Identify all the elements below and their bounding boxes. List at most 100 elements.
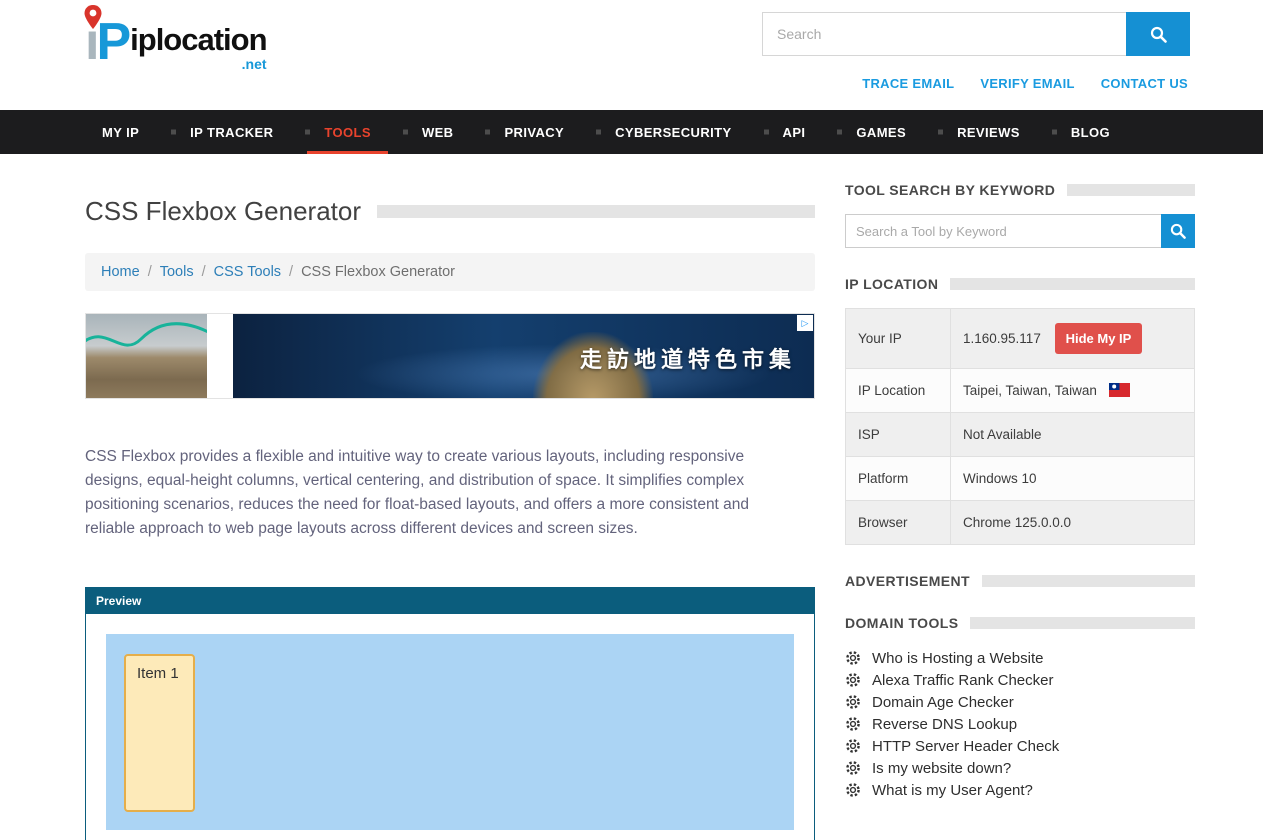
header-search-button[interactable]: [1126, 12, 1190, 56]
tool-search-button[interactable]: [1161, 214, 1195, 248]
breadcrumb-separator: /: [148, 264, 152, 280]
verify-email-link[interactable]: VERIFY EMAIL: [980, 76, 1074, 91]
browser-value: Chrome 125.0.0.0: [951, 501, 1195, 545]
site-header: ıP iplocation .net TRACE EMAIL VERIFY EM…: [0, 0, 1263, 110]
your-ip-cell: 1.160.95.117 Hide My IP: [951, 309, 1195, 369]
domain-tool-reverse-dns[interactable]: Reverse DNS Lookup: [845, 713, 1195, 735]
ip-location-heading-row: IP LOCATION: [845, 276, 1195, 292]
search-icon: [1170, 223, 1186, 239]
gear-icon: [845, 694, 861, 710]
tool-search-input[interactable]: [845, 214, 1161, 248]
browser-label: Browser: [846, 501, 951, 545]
table-row: Browser Chrome 125.0.0.0: [846, 501, 1195, 545]
domain-tool-link[interactable]: Who is Hosting a Website: [872, 650, 1043, 667]
sidebar: TOOL SEARCH BY KEYWORD IP LOCATION Your …: [845, 182, 1195, 840]
ip-info-table: Your IP 1.160.95.117 Hide My IP IP Locat…: [845, 308, 1195, 545]
domain-tool-link[interactable]: Reverse DNS Lookup: [872, 716, 1017, 733]
heading-decorative-bar: [982, 575, 1195, 587]
location-pin-icon: [83, 4, 103, 30]
title-decorative-bar: [377, 205, 815, 218]
platform-label: Platform: [846, 457, 951, 501]
domain-tool-user-agent[interactable]: What is my User Agent?: [845, 779, 1195, 801]
ip-location-cell: Taipei, Taiwan, Taiwan: [951, 369, 1195, 413]
content: CSS Flexbox Generator Home / Tools / CSS…: [0, 154, 1263, 840]
page: ıP iplocation .net TRACE EMAIL VERIFY EM…: [0, 0, 1263, 840]
ip-location-label: IP Location: [846, 369, 951, 413]
domain-tool-link[interactable]: What is my User Agent?: [872, 782, 1033, 799]
nav-item-tools[interactable]: TOOLS: [307, 110, 388, 154]
domain-tool-link[interactable]: HTTP Server Header Check: [872, 738, 1059, 755]
tool-search-heading: TOOL SEARCH BY KEYWORD: [845, 182, 1055, 198]
heading-decorative-bar: [970, 617, 1195, 629]
domain-tool-whois-hosting[interactable]: Who is Hosting a Website: [845, 647, 1195, 669]
tool-search-heading-row: TOOL SEARCH BY KEYWORD: [845, 182, 1195, 198]
table-row: Your IP 1.160.95.117 Hide My IP: [846, 309, 1195, 369]
platform-value: Windows 10: [951, 457, 1195, 501]
heading-decorative-bar: [950, 278, 1195, 290]
preview-panel-header: Preview: [86, 588, 814, 614]
domain-tools-list: Who is Hosting a Website Alexa Traffic R…: [845, 647, 1195, 801]
ad-caption: 走訪地道特色市集: [580, 342, 796, 374]
search-icon: [1150, 26, 1167, 43]
nav-item-web[interactable]: WEB: [405, 110, 471, 154]
preview-panel: Preview Item 1: [85, 587, 815, 840]
breadcrumb-css-tools[interactable]: CSS Tools: [214, 264, 281, 280]
header-links: TRACE EMAIL VERIFY EMAIL CONTACT US: [862, 76, 1188, 91]
nav-item-api[interactable]: API: [766, 110, 823, 154]
isp-value: Not Available: [951, 413, 1195, 457]
domain-tool-http-header[interactable]: HTTP Server Header Check: [845, 735, 1195, 757]
domain-tool-domain-age[interactable]: Domain Age Checker: [845, 691, 1195, 713]
nav-item-ip-tracker[interactable]: IP TRACKER: [173, 110, 290, 154]
contact-us-link[interactable]: CONTACT US: [1101, 76, 1188, 91]
your-ip-value: 1.160.95.117: [963, 331, 1041, 346]
domain-tools-heading-row: DOMAIN TOOLS: [845, 615, 1195, 631]
advertisement-banner[interactable]: 走訪地道特色市集 ▷: [85, 313, 815, 399]
domain-tool-link[interactable]: Domain Age Checker: [872, 694, 1014, 711]
domain-tool-website-down[interactable]: Is my website down?: [845, 757, 1195, 779]
domain-tool-link[interactable]: Alexa Traffic Rank Checker: [872, 672, 1053, 689]
your-ip-label: Your IP: [846, 309, 951, 369]
gear-icon: [845, 738, 861, 754]
title-row: CSS Flexbox Generator: [85, 196, 815, 227]
page-description: CSS Flexbox provides a flexible and intu…: [85, 445, 791, 541]
breadcrumb-current-page: CSS Flexbox Generator: [301, 264, 455, 280]
nav-item-games[interactable]: GAMES: [839, 110, 923, 154]
taiwan-flag-icon: [1109, 383, 1130, 397]
header-search-input[interactable]: [762, 12, 1126, 56]
breadcrumb-tools[interactable]: Tools: [160, 264, 194, 280]
advertisement-heading-row: ADVERTISEMENT: [845, 573, 1195, 589]
domain-tool-alexa-rank[interactable]: Alexa Traffic Rank Checker: [845, 669, 1195, 691]
nav-item-blog[interactable]: BLOG: [1054, 110, 1127, 154]
nav-item-privacy[interactable]: PRIVACY: [487, 110, 581, 154]
trace-email-link[interactable]: TRACE EMAIL: [862, 76, 954, 91]
table-row: IP Location Taipei, Taiwan, Taiwan: [846, 369, 1195, 413]
nav-item-my-ip[interactable]: MY IP: [85, 110, 156, 154]
domain-tool-link[interactable]: Is my website down?: [872, 760, 1011, 777]
preview-panel-body: Item 1: [86, 614, 814, 840]
heading-decorative-bar: [1067, 184, 1195, 196]
breadcrumb-separator: /: [289, 264, 293, 280]
advertisement-heading: ADVERTISEMENT: [845, 573, 970, 589]
gear-icon: [845, 650, 861, 666]
gear-icon: [845, 782, 861, 798]
isp-label: ISP: [846, 413, 951, 457]
gear-icon: [845, 760, 861, 776]
breadcrumb-home[interactable]: Home: [101, 264, 140, 280]
adchoices-icon[interactable]: ▷: [797, 315, 813, 331]
logo-monogram: ıP: [85, 12, 128, 72]
hide-my-ip-button[interactable]: Hide My IP: [1055, 323, 1143, 354]
main-column: CSS Flexbox Generator Home / Tools / CSS…: [85, 182, 815, 840]
site-logo[interactable]: ıP iplocation .net: [85, 12, 267, 72]
nav-item-reviews[interactable]: REVIEWS: [940, 110, 1037, 154]
logo-tld: .net: [242, 56, 267, 72]
header-search: [762, 12, 1190, 56]
flexbox-preview-item[interactable]: Item 1: [124, 654, 195, 812]
domain-tools-heading: DOMAIN TOOLS: [845, 615, 958, 631]
logo-text: iplocation .net: [130, 22, 266, 58]
ad-image-right: 走訪地道特色市集: [233, 314, 814, 398]
breadcrumb: Home / Tools / CSS Tools / CSS Flexbox G…: [85, 253, 815, 291]
gear-icon: [845, 716, 861, 732]
nav-item-cybersecurity[interactable]: CYBERSECURITY: [598, 110, 748, 154]
tool-search: [845, 214, 1195, 248]
ip-location-value: Taipei, Taiwan, Taiwan: [963, 383, 1097, 398]
